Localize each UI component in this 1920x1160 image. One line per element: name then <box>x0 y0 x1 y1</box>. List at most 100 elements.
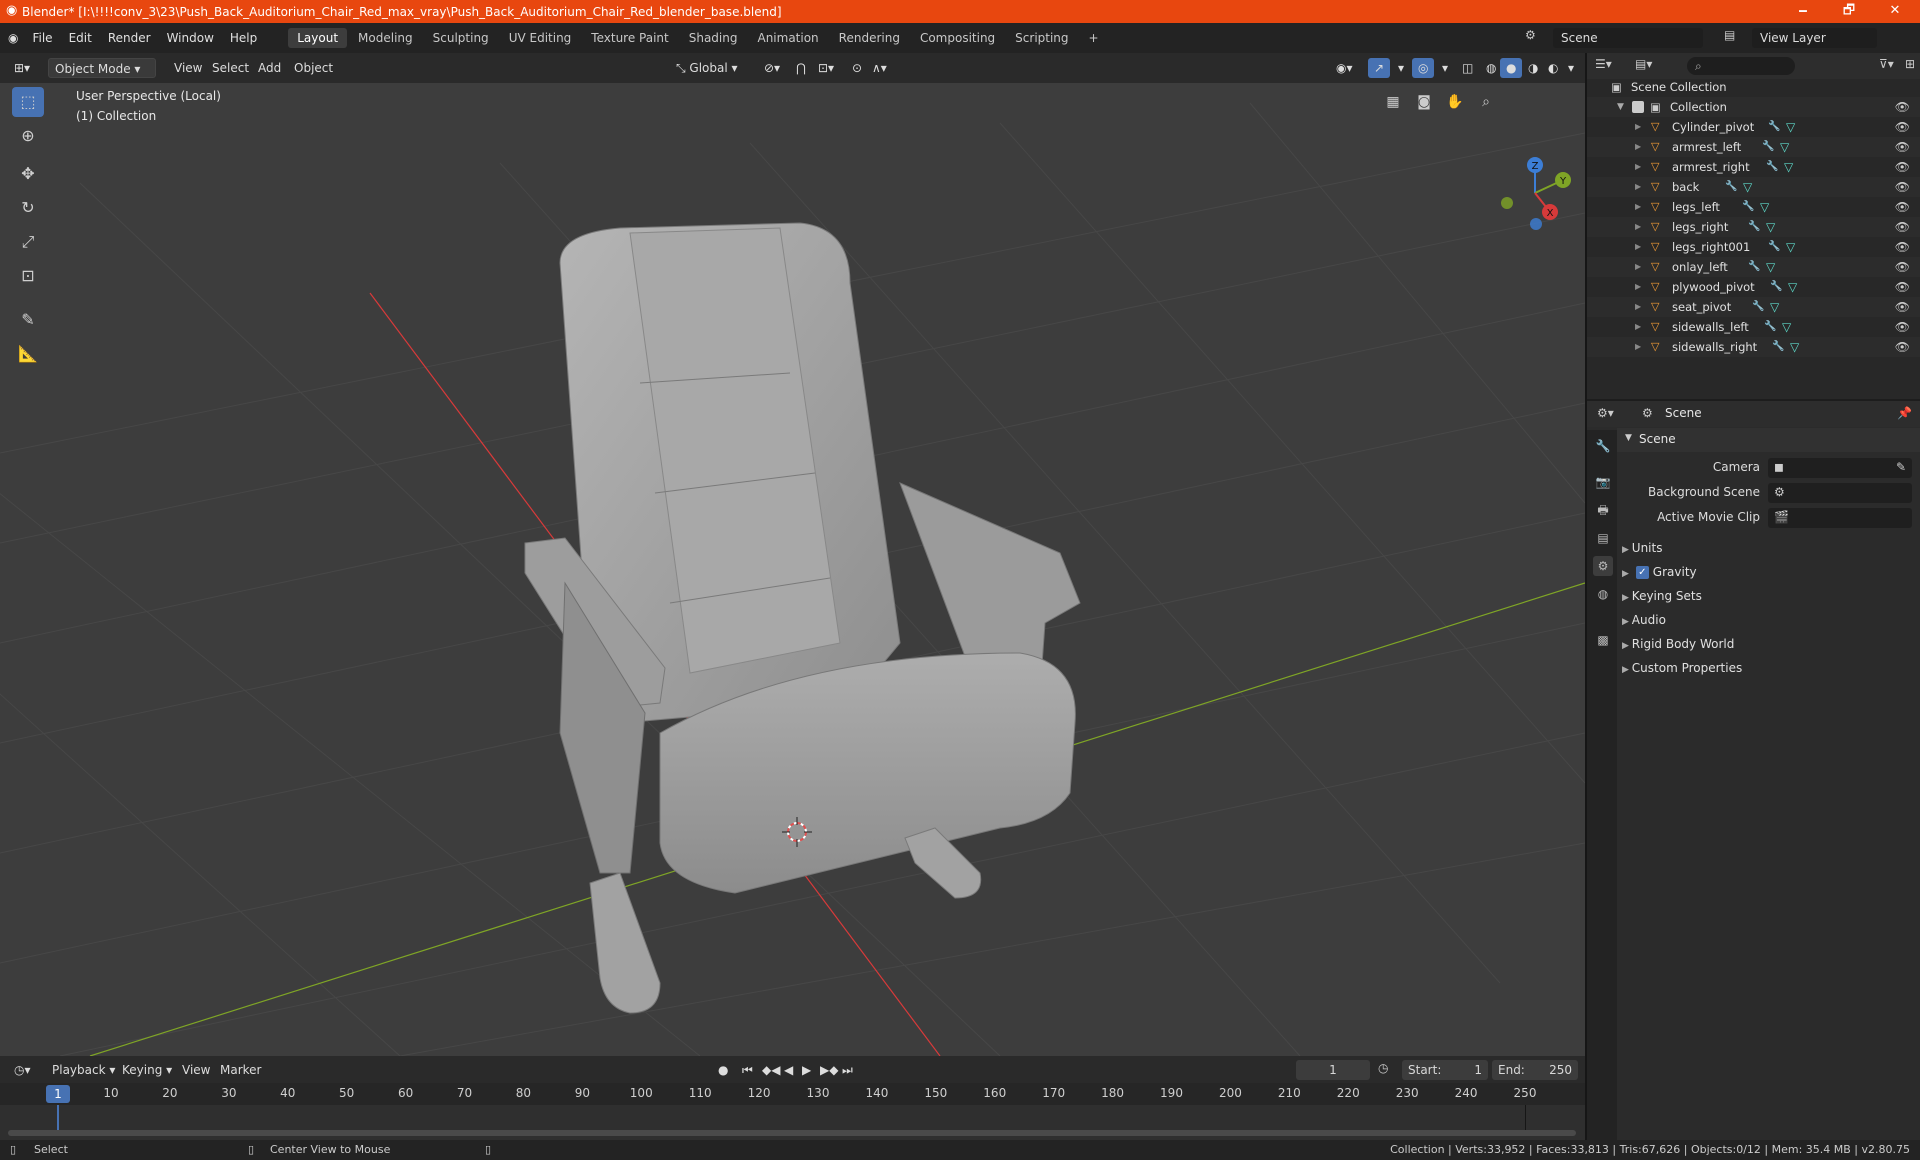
select-box-tool-icon[interactable]: ⬚ <box>12 87 44 117</box>
expand-arrow-icon[interactable]: ▶ <box>1635 237 1641 257</box>
menu-window[interactable]: Window <box>159 31 222 45</box>
outliner-editor-type-icon[interactable]: ☰▾ <box>1595 57 1612 71</box>
tab-modeling[interactable]: Modeling <box>349 28 422 48</box>
scene-tab-icon[interactable]: ⚙ <box>1593 556 1613 576</box>
timeline-editor-type-icon[interactable]: ◷▾ <box>8 1060 37 1080</box>
view-layer-tab-icon[interactable]: ▤ <box>1593 528 1613 548</box>
playhead-marker[interactable]: 1 <box>46 1085 70 1103</box>
expand-arrow-icon[interactable]: ▶ <box>1635 197 1641 217</box>
transform-orientation[interactable]: ⤡ Global ▾ <box>670 58 744 78</box>
modifier-icon[interactable]: 🔧 <box>1748 217 1760 237</box>
tab-animation[interactable]: Animation <box>748 28 827 48</box>
new-collection-icon[interactable]: ⊞ <box>1905 57 1915 71</box>
pin-icon[interactable]: 📌 <box>1897 406 1912 420</box>
end-frame-field[interactable]: End: 250 <box>1492 1060 1578 1080</box>
expand-arrow-icon[interactable]: ▶ <box>1635 177 1641 197</box>
tab-compositing[interactable]: Compositing <box>911 28 1004 48</box>
modifier-icon[interactable]: 🔧 <box>1742 197 1754 217</box>
expand-arrow-icon[interactable]: ▶ <box>1635 217 1641 237</box>
toggle-camera-grid-icon[interactable]: ▦ <box>1379 88 1407 116</box>
scale-tool-icon[interactable]: ⤢ <box>12 227 44 257</box>
keying-sets-section[interactable]: ▶ Keying Sets <box>1622 589 1702 603</box>
gizmo-toggle-icon[interactable]: ↗ <box>1368 58 1391 78</box>
eye-icon[interactable]: 👁 <box>1895 97 1910 117</box>
collapse-arrow-icon[interactable]: ▼ <box>1617 97 1624 117</box>
scene-selector-icon[interactable]: ⚙ <box>1525 28 1543 48</box>
menu-add[interactable]: Add <box>252 58 287 78</box>
outliner-object-row[interactable]: ▶ ▽ sidewalls_left 🔧 ▽ 👁 <box>1587 317 1920 337</box>
outliner-object-row[interactable]: ▶ ▽ seat_pivot 🔧 ▽ 👁 <box>1587 297 1920 317</box>
output-tab-icon[interactable]: 🖶 <box>1593 500 1613 520</box>
units-section[interactable]: ▶ Units <box>1622 541 1662 555</box>
jump-end-icon[interactable]: ⏭ <box>836 1060 859 1080</box>
timeline-track[interactable] <box>0 1105 1585 1140</box>
tab-shading[interactable]: Shading <box>680 28 747 48</box>
tab-scripting[interactable]: Scripting <box>1006 28 1077 48</box>
expand-arrow-icon[interactable]: ▶ <box>1635 117 1641 137</box>
outliner-object-row[interactable]: ▶ ▽ armrest_left 🔧 ▽ 👁 <box>1587 137 1920 157</box>
outliner-object-row[interactable]: ▶ ▽ legs_right001 🔧 ▽ 👁 <box>1587 237 1920 257</box>
modifier-icon[interactable]: 🔧 <box>1768 117 1780 137</box>
mesh-data-icon[interactable]: ▽ <box>1743 177 1752 197</box>
mesh-data-icon[interactable]: ▽ <box>1782 317 1791 337</box>
mesh-data-icon[interactable]: ▽ <box>1766 257 1775 277</box>
outliner-object-row[interactable]: ▶ ▽ back 🔧 ▽ 👁 <box>1587 177 1920 197</box>
camera-field[interactable]: ◼ ✎ <box>1768 458 1912 478</box>
eye-icon[interactable]: 👁 <box>1895 257 1910 277</box>
outliner-object-row[interactable]: ▶ ▽ legs_right 🔧 ▽ 👁 <box>1587 217 1920 237</box>
shading-dropdown-icon[interactable]: ▾ <box>1562 58 1580 78</box>
start-frame-field[interactable]: Start: 1 <box>1402 1060 1488 1080</box>
outliner-object-row[interactable]: ▶ ▽ sidewalls_right 🔧 ▽ 👁 <box>1587 337 1920 357</box>
overlays-dropdown-icon[interactable]: ▾ <box>1436 58 1454 78</box>
menu-playback[interactable]: Playback ▾ <box>46 1060 121 1080</box>
mesh-data-icon[interactable]: ▽ <box>1780 137 1789 157</box>
modifier-icon[interactable]: 🔧 <box>1766 157 1778 177</box>
move-tool-icon[interactable]: ✥ <box>12 159 44 189</box>
annotate-tool-icon[interactable]: ✎ <box>12 305 44 335</box>
modifier-icon[interactable]: 🔧 <box>1768 237 1780 257</box>
rotate-tool-icon[interactable]: ↻ <box>12 193 44 223</box>
properties-editor-type-icon[interactable]: ⚙▾ <box>1597 406 1614 420</box>
expand-arrow-icon[interactable]: ▶ <box>1635 157 1641 177</box>
gizmo-dropdown-icon[interactable]: ▾ <box>1392 58 1410 78</box>
outliner-collection-row[interactable]: ▼ ▣ Collection 👁 <box>1587 97 1920 117</box>
timeline-scrollbar[interactable] <box>8 1130 1576 1136</box>
eye-icon[interactable]: 👁 <box>1895 217 1910 237</box>
outliner-object-row[interactable]: ▶ ▽ armrest_right 🔧 ▽ 👁 <box>1587 157 1920 177</box>
close-button[interactable]: ✕ <box>1872 0 1918 23</box>
mesh-data-icon[interactable]: ▽ <box>1790 337 1799 357</box>
overlays-toggle-icon[interactable]: ◎ <box>1412 58 1435 78</box>
eye-icon[interactable]: 👁 <box>1895 117 1910 137</box>
scene-panel-header[interactable]: ▼ Scene <box>1617 428 1920 452</box>
measure-tool-icon[interactable]: 📐 <box>12 339 44 369</box>
eyedropper-icon[interactable]: ✎ <box>1896 460 1906 474</box>
expand-arrow-icon[interactable]: ▶ <box>1635 337 1641 357</box>
snap-target-icon[interactable]: ⊡▾ <box>812 58 840 78</box>
pan-view-icon[interactable]: ✋ <box>1441 88 1469 116</box>
solid-shading-icon[interactable]: ● <box>1500 58 1523 78</box>
pivot-icon[interactable]: ⊘▾ <box>758 58 786 78</box>
menu-keying[interactable]: Keying ▾ <box>116 1060 178 1080</box>
expand-arrow-icon[interactable]: ▶ <box>1635 297 1641 317</box>
eye-icon[interactable]: 👁 <box>1895 297 1910 317</box>
minimize-button[interactable]: 🗕 <box>1780 0 1826 23</box>
zoom-view-icon[interactable]: ⌕ <box>1472 88 1500 116</box>
timeline-ruler[interactable]: 1 10 20 30 40 50 60 70 80 90 100 110 120 130 140 150 16… <box>0 1083 1585 1105</box>
tab-rendering[interactable]: Rendering <box>830 28 909 48</box>
expand-arrow-icon[interactable]: ▶ <box>1635 257 1641 277</box>
modifier-icon[interactable]: 🔧 <box>1748 257 1760 277</box>
modifier-icon[interactable]: 🔧 <box>1725 177 1737 197</box>
modifier-icon[interactable]: 🔧 <box>1772 337 1784 357</box>
visibility-icon[interactable]: ◉▾ <box>1330 58 1359 78</box>
audio-section[interactable]: ▶ Audio <box>1622 613 1666 627</box>
mesh-data-icon[interactable]: ▽ <box>1786 237 1795 257</box>
tab-sculpting[interactable]: Sculpting <box>424 28 498 48</box>
menu-marker[interactable]: Marker <box>214 1060 267 1080</box>
cursor-tool-icon[interactable]: ⊕ <box>12 121 44 151</box>
view-layer-field[interactable]: View Layer <box>1752 28 1877 48</box>
mode-selector[interactable]: Object Mode ▾ <box>48 58 156 78</box>
texture-tab-icon[interactable]: ▩ <box>1593 630 1613 650</box>
eye-icon[interactable]: 👁 <box>1895 197 1910 217</box>
gravity-checkbox[interactable]: ✓ <box>1635 566 1649 579</box>
eye-icon[interactable]: 👁 <box>1895 237 1910 257</box>
